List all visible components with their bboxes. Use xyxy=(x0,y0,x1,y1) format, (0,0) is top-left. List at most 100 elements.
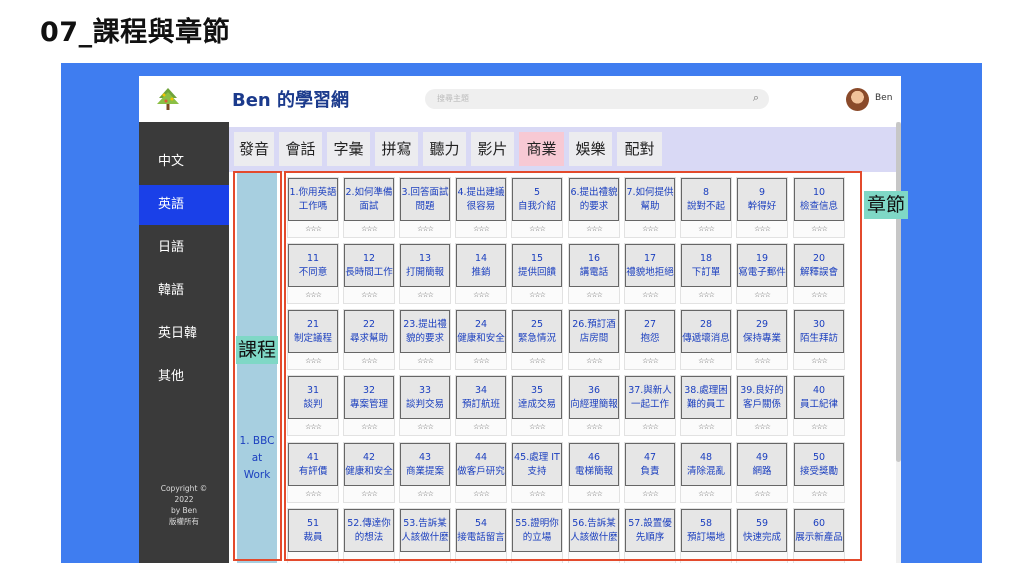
chapter-card[interactable]: 40 員工紀律 ☆☆☆ xyxy=(793,375,845,436)
chapter-rating[interactable]: ☆☆☆ xyxy=(625,490,675,498)
chapter-card[interactable]: 14 推銷 ☆☆☆ xyxy=(455,243,507,304)
chapter-title[interactable]: 21 制定議程 xyxy=(288,310,338,353)
chapter-title[interactable]: 53.告訴某人該做什麼 xyxy=(400,509,450,552)
chapter-title[interactable]: 23.提出禮貌的要求 xyxy=(400,310,450,353)
chapter-card[interactable]: 46 電梯簡報 ☆☆☆ xyxy=(568,442,620,503)
search-input[interactable]: 搜尋主題 ⌕ xyxy=(425,89,769,109)
chapter-rating[interactable]: ☆☆☆ xyxy=(456,225,506,233)
chapter-card[interactable]: 33 談判交易 ☆☆☆ xyxy=(399,375,451,436)
chapter-title[interactable]: 55.證明你的立場 xyxy=(512,509,562,552)
chapter-rating[interactable]: ☆☆☆ xyxy=(737,423,787,431)
chapter-title[interactable]: 22 尋求幫助 xyxy=(344,310,394,353)
chapter-card[interactable]: 34 預訂航班 ☆☆☆ xyxy=(455,375,507,436)
chapter-card[interactable]: 18 下訂單 ☆☆☆ xyxy=(680,243,732,304)
chapter-card[interactable]: 11 不同意 ☆☆☆ xyxy=(287,243,339,304)
chapter-title[interactable]: 38.處理困難的員工 xyxy=(681,376,731,419)
chapter-rating[interactable]: ☆☆☆ xyxy=(288,225,338,233)
chapter-title[interactable]: 35 達成交易 xyxy=(512,376,562,419)
chapter-title[interactable]: 31 談判 xyxy=(288,376,338,419)
chapter-title[interactable]: 11 不同意 xyxy=(288,244,338,287)
chapter-rating[interactable]: ☆☆☆ xyxy=(625,291,675,299)
chapter-card[interactable]: 54 接電話留言 xyxy=(455,508,507,563)
chapter-rating[interactable]: ☆☆☆ xyxy=(794,225,844,233)
chapter-title[interactable]: 26.預訂酒店房間 xyxy=(569,310,619,353)
chapter-card[interactable]: 7.如何提供幫助 ☆☆☆ xyxy=(624,177,676,238)
sidebar-item-korean[interactable]: 韓語 xyxy=(139,271,229,311)
chapter-card[interactable]: 25 緊急情況 ☆☆☆ xyxy=(511,309,563,370)
chapter-card[interactable]: 44 做客戶研究 ☆☆☆ xyxy=(455,442,507,503)
tree-logo-icon[interactable] xyxy=(155,86,181,112)
chapter-title[interactable]: 51 裁員 xyxy=(288,509,338,552)
chapter-title[interactable]: 44 做客戶研究 xyxy=(456,443,506,486)
chapter-rating[interactable]: ☆☆☆ xyxy=(400,225,450,233)
chapter-rating[interactable]: ☆☆☆ xyxy=(456,423,506,431)
chapter-card[interactable]: 37.與新人一起工作 ☆☆☆ xyxy=(624,375,676,436)
chapter-rating[interactable]: ☆☆☆ xyxy=(737,225,787,233)
chapter-title[interactable]: 8 說對不起 xyxy=(681,178,731,221)
chapter-title[interactable]: 43 商業提案 xyxy=(400,443,450,486)
chapter-title[interactable]: 30 陌生拜訪 xyxy=(794,310,844,353)
chapter-title[interactable]: 46 電梯簡報 xyxy=(569,443,619,486)
chapter-title[interactable]: 14 推銷 xyxy=(456,244,506,287)
chapter-rating[interactable]: ☆☆☆ xyxy=(512,357,562,365)
chapter-title[interactable]: 20 解釋誤會 xyxy=(794,244,844,287)
chapter-rating[interactable]: ☆☆☆ xyxy=(569,357,619,365)
vertical-scrollbar[interactable] xyxy=(896,122,901,563)
sidebar-item-english[interactable]: 英語 xyxy=(139,185,229,225)
chapter-title[interactable]: 32 專案管理 xyxy=(344,376,394,419)
chapter-title[interactable]: 59 快速完成 xyxy=(737,509,787,552)
chapter-title[interactable]: 33 談判交易 xyxy=(400,376,450,419)
chapter-title[interactable]: 18 下訂單 xyxy=(681,244,731,287)
search-icon[interactable]: ⌕ xyxy=(753,91,759,105)
chapter-card[interactable]: 31 談判 ☆☆☆ xyxy=(287,375,339,436)
chapter-title[interactable]: 34 預訂航班 xyxy=(456,376,506,419)
chapter-card[interactable]: 55.證明你的立場 xyxy=(511,508,563,563)
chapter-title[interactable]: 41 有評價 xyxy=(288,443,338,486)
tab-listening[interactable]: 聽力 xyxy=(423,132,466,166)
chapter-rating[interactable]: ☆☆☆ xyxy=(625,225,675,233)
site-brand[interactable]: Ben 的學習網 xyxy=(232,86,349,112)
chapter-title[interactable]: 25 緊急情況 xyxy=(512,310,562,353)
sidebar-item-multilingual[interactable]: 英日韓 xyxy=(139,314,229,354)
chapter-rating[interactable]: ☆☆☆ xyxy=(400,357,450,365)
chapter-rating[interactable]: ☆☆☆ xyxy=(400,423,450,431)
chapter-card[interactable]: 59 快速完成 xyxy=(736,508,788,563)
chapter-card[interactable]: 60 展示新產品 xyxy=(793,508,845,563)
scrollbar-thumb[interactable] xyxy=(896,122,901,462)
chapter-card[interactable]: 3.回答面試問題 ☆☆☆ xyxy=(399,177,451,238)
chapter-rating[interactable]: ☆☆☆ xyxy=(288,423,338,431)
chapter-title[interactable]: 36 向經理簡報 xyxy=(569,376,619,419)
chapter-title[interactable]: 6.提出禮貌的要求 xyxy=(569,178,619,221)
chapter-rating[interactable]: ☆☆☆ xyxy=(512,291,562,299)
chapter-card[interactable]: 9 幹得好 ☆☆☆ xyxy=(736,177,788,238)
chapter-card[interactable]: 36 向經理簡報 ☆☆☆ xyxy=(568,375,620,436)
chapter-rating[interactable]: ☆☆☆ xyxy=(737,490,787,498)
chapter-rating[interactable]: ☆☆☆ xyxy=(569,291,619,299)
chapter-rating[interactable]: ☆☆☆ xyxy=(681,291,731,299)
chapter-card[interactable]: 12 長時間工作 ☆☆☆ xyxy=(343,243,395,304)
chapter-rating[interactable]: ☆☆☆ xyxy=(456,357,506,365)
chapter-title[interactable]: 29 保持專業 xyxy=(737,310,787,353)
chapter-card[interactable]: 21 制定議程 ☆☆☆ xyxy=(287,309,339,370)
tab-matching[interactable]: 配對 xyxy=(617,132,662,166)
chapter-card[interactable]: 51 裁員 xyxy=(287,508,339,563)
chapter-card[interactable]: 48 清除混亂 ☆☆☆ xyxy=(680,442,732,503)
chapter-rating[interactable]: ☆☆☆ xyxy=(569,225,619,233)
avatar[interactable] xyxy=(846,88,869,111)
chapter-rating[interactable]: ☆☆☆ xyxy=(344,357,394,365)
chapter-card[interactable]: 5 自我介紹 ☆☆☆ xyxy=(511,177,563,238)
tab-pronunciation[interactable]: 發音 xyxy=(234,132,274,166)
chapter-card[interactable]: 38.處理困難的員工 ☆☆☆ xyxy=(680,375,732,436)
chapter-rating[interactable]: ☆☆☆ xyxy=(288,490,338,498)
chapter-card[interactable]: 58 預訂場地 xyxy=(680,508,732,563)
tab-business[interactable]: 商業 xyxy=(519,132,564,166)
chapter-card[interactable]: 19 寫電子郵件 ☆☆☆ xyxy=(736,243,788,304)
chapter-card[interactable]: 24 健康和安全 ☆☆☆ xyxy=(455,309,507,370)
chapter-card[interactable]: 42 健康和安全 ☆☆☆ xyxy=(343,442,395,503)
chapter-card[interactable]: 35 達成交易 ☆☆☆ xyxy=(511,375,563,436)
chapter-card[interactable]: 29 保持專業 ☆☆☆ xyxy=(736,309,788,370)
chapter-rating[interactable]: ☆☆☆ xyxy=(681,423,731,431)
chapter-title[interactable]: 49 網路 xyxy=(737,443,787,486)
user-name[interactable]: Ben xyxy=(875,93,892,103)
chapter-card[interactable]: 32 專案管理 ☆☆☆ xyxy=(343,375,395,436)
